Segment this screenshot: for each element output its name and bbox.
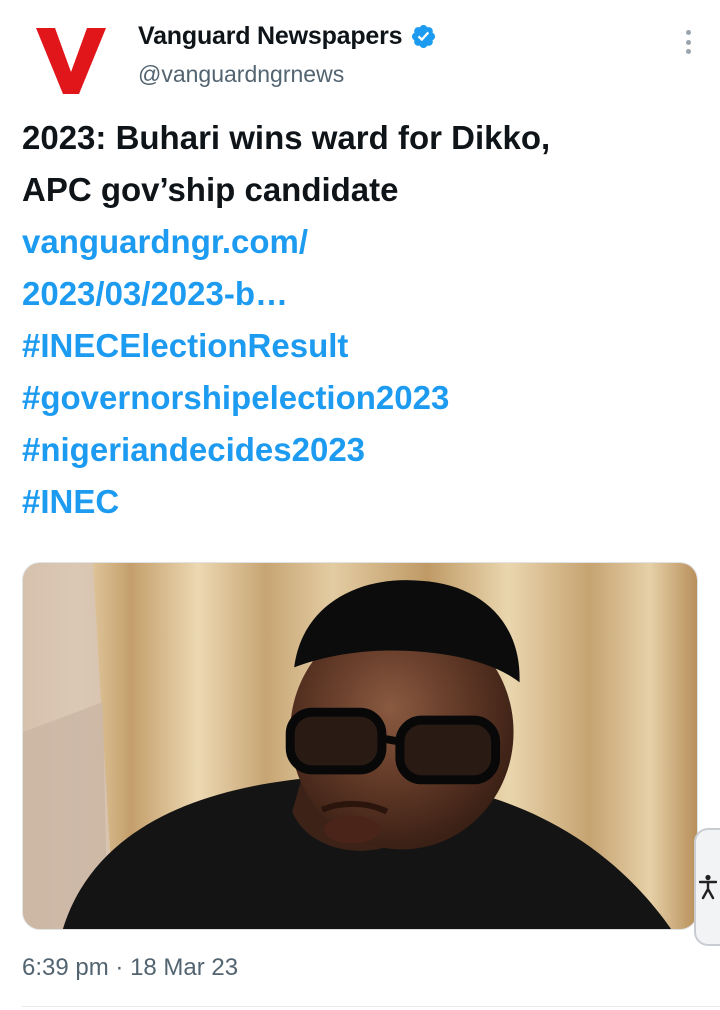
- author-name[interactable]: Vanguard Newspapers: [138, 22, 403, 51]
- author-name-row: Vanguard Newspapers: [138, 22, 437, 51]
- tweet-media-photo[interactable]: [22, 562, 698, 930]
- headline-line: APC gov’ship candidate: [22, 171, 399, 208]
- verified-badge-icon: [412, 24, 436, 49]
- accessibility-button[interactable]: [694, 828, 720, 946]
- more-vertical-icon-dot: [685, 39, 691, 45]
- accessibility-icon: [699, 874, 717, 900]
- hashtag-link[interactable]: #nigeriandecides2023: [22, 424, 702, 476]
- author-handle[interactable]: @vanguardngrnews: [138, 61, 437, 88]
- article-link[interactable]: vanguardngr.com/: [22, 216, 702, 268]
- author-info: Vanguard Newspapers @vanguardngrnews: [138, 22, 437, 88]
- tweet-date: 18 Mar 23: [130, 954, 239, 981]
- hashtag-link[interactable]: #governorshipelection2023: [22, 372, 702, 424]
- hashtag-link[interactable]: #INECElectionResult: [22, 320, 702, 372]
- headline-line: 2023: Buhari wins ward for Dikko,: [22, 119, 551, 156]
- hashtag-link[interactable]: #INEC: [22, 476, 702, 528]
- vanguard-v-logo-icon: [36, 28, 106, 94]
- tweet-card: Vanguard Newspapers @vanguardngrnews 202…: [0, 0, 720, 1010]
- more-vertical-icon-dot: [685, 49, 691, 54]
- timestamp-separator: ·: [115, 954, 124, 981]
- tweet-time: 6:39 pm: [22, 954, 109, 981]
- tweet-timestamp[interactable]: 6:39 pm · 18 Mar 23: [22, 954, 238, 982]
- article-link-continued[interactable]: 2023/03/2023-b…: [22, 268, 702, 320]
- tweet-headline: 2023: Buhari wins ward for Dikko, APC go…: [22, 112, 702, 216]
- tweet-links: vanguardngr.com/ 2023/03/2023-b… #INECEl…: [22, 216, 702, 528]
- author-avatar-logo[interactable]: [22, 14, 118, 100]
- photo-of-man-in-black-cap-and-glasses-icon: [23, 563, 697, 929]
- more-options-button[interactable]: [684, 30, 692, 54]
- more-vertical-icon-dot: [685, 30, 691, 35]
- divider: [22, 1006, 720, 1007]
